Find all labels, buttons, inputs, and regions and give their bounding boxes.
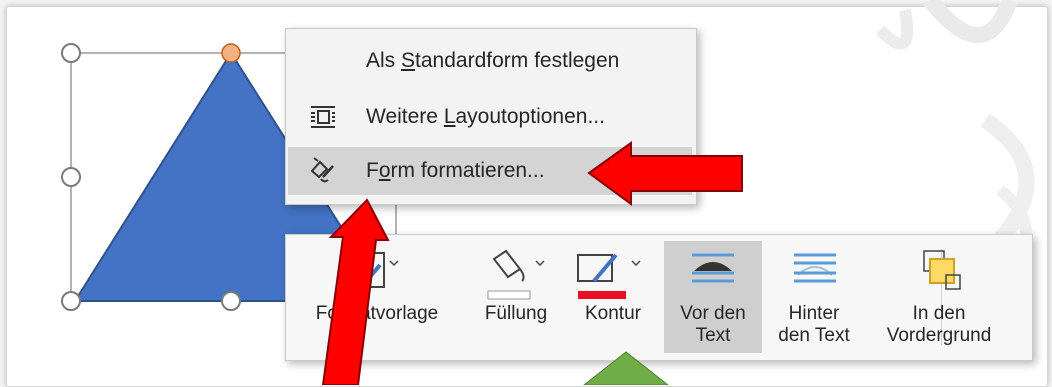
- context-menu: Als Standardform festlegen Weitere Layou…: [285, 28, 697, 205]
- layout-options-icon: [308, 103, 338, 131]
- shape-style-icon: [353, 252, 399, 297]
- resize-handle-top-left[interactable]: [61, 43, 81, 63]
- resize-handle-bottom-left[interactable]: [61, 291, 81, 311]
- in-front-of-text-button[interactable]: Vor den Text: [664, 241, 762, 353]
- mini-toolbar: Formatvorlage Füllung Kontur Vor den Text: [285, 234, 1033, 361]
- shape-style-button[interactable]: Formatvorlage: [292, 241, 462, 353]
- bring-to-front-button[interactable]: In den Vordergrund: [868, 241, 1010, 353]
- bring-to-front-label: In den Vordergrund: [886, 303, 992, 346]
- outline-pen-icon: [577, 253, 641, 299]
- menu-item-more-layout-options[interactable]: Weitere Layoutoptionen...: [288, 93, 692, 141]
- menu-item-format-shape[interactable]: Form formatieren...: [288, 147, 692, 195]
- menu-item-label: Weitere Layoutoptionen...: [366, 105, 605, 128]
- outline-label: Kontur: [585, 303, 641, 324]
- adjustment-handle[interactable]: [221, 43, 241, 63]
- menu-item-label: Als Standardform festlegen: [366, 49, 620, 72]
- menu-item-set-default-shape[interactable]: Als Standardform festlegen: [288, 37, 692, 85]
- bring-to-front-icon: [923, 250, 961, 290]
- fill-label: Füllung: [484, 303, 548, 324]
- outline-button[interactable]: Kontur: [570, 241, 656, 353]
- fill-button[interactable]: Füllung: [466, 241, 566, 353]
- resize-handle-middle-left[interactable]: [61, 167, 81, 187]
- menu-item-label: Form formatieren...: [366, 159, 545, 182]
- in-front-of-text-label: Vor den Text: [680, 303, 746, 346]
- behind-text-button[interactable]: Hinter den Text: [764, 241, 864, 353]
- fill-bucket-icon: [487, 249, 545, 300]
- behind-text-label: Hinter den Text: [778, 303, 850, 346]
- in-front-of-text-icon: [692, 253, 734, 283]
- shape-style-label: Formatvorlage: [315, 303, 439, 324]
- resize-handle-bottom-middle[interactable]: [221, 291, 241, 311]
- format-shape-icon: [308, 157, 338, 185]
- behind-text-icon: [794, 253, 836, 283]
